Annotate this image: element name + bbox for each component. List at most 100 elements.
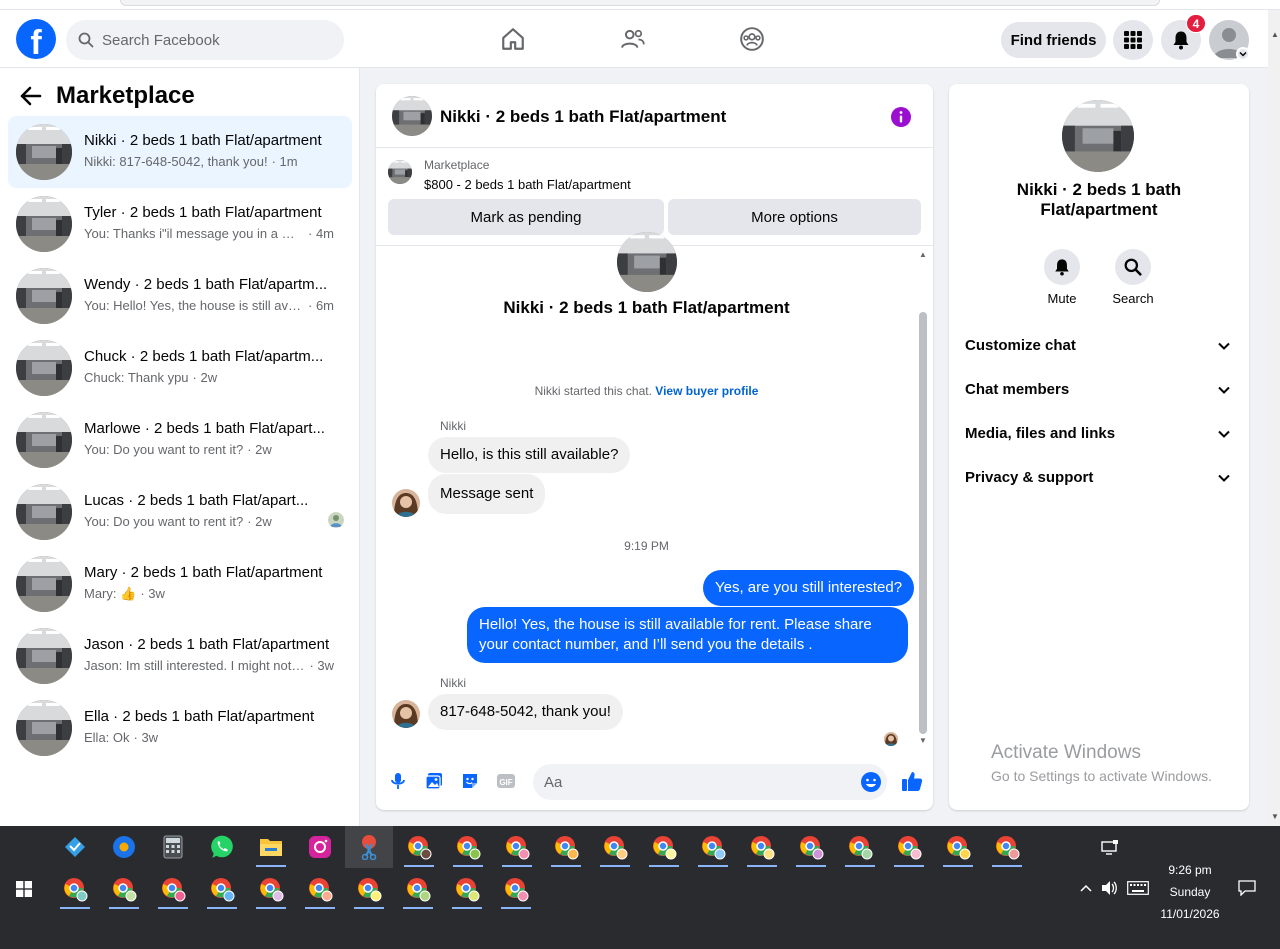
photo-icon[interactable]	[424, 771, 444, 791]
file-explorer-icon[interactable]	[254, 830, 288, 867]
chrome-icon[interactable]	[107, 830, 141, 864]
chrome-profile-icon[interactable]	[843, 830, 877, 867]
view-buyer-profile-link[interactable]: View buyer profile	[655, 384, 758, 398]
listing-thumbnail	[388, 160, 412, 184]
snipping-tool-icon[interactable]	[345, 826, 393, 868]
outgoing-message[interactable]: Yes, are you still interested?	[703, 570, 915, 606]
more-options-button[interactable]: More options	[668, 199, 921, 235]
chrome-profile-icon[interactable]	[794, 830, 828, 867]
scroll-up-arrow-icon[interactable]: ▲	[919, 250, 927, 259]
chrome-profile-icon[interactable]	[892, 830, 926, 867]
conversation-list-panel: Marketplace Nikki · 2 beds 1 bath Flat/a…	[0, 68, 360, 826]
outgoing-message[interactable]: Hello! Yes, the house is still available…	[467, 607, 908, 663]
search-box[interactable]	[66, 20, 344, 60]
conversation-item[interactable]: Wendy · 2 beds 1 bath Flat/apartm... You…	[8, 260, 352, 332]
volume-icon[interactable]	[1100, 878, 1120, 898]
whatsapp-icon[interactable]	[205, 830, 239, 864]
search-input[interactable]	[102, 31, 322, 49]
chrome-profile-icon[interactable]	[990, 830, 1024, 867]
home-icon[interactable]	[498, 24, 528, 54]
scroll-up-arrow-icon[interactable]: ▲	[1271, 30, 1279, 39]
conversation-name: Tyler · 2 beds 1 bath Flat/apartment	[84, 204, 322, 221]
chrome-profile-icon[interactable]	[598, 830, 632, 867]
mark-as-pending-button[interactable]: Mark as pending	[388, 199, 664, 235]
conversation-time: · 2w	[192, 370, 218, 385]
info-icon[interactable]	[890, 106, 912, 128]
chrome-profile-icon[interactable]	[941, 830, 975, 867]
chrome-profile-icon[interactable]	[156, 872, 190, 909]
keyboard-icon[interactable]	[1126, 878, 1150, 898]
friends-icon[interactable]	[618, 24, 648, 54]
system-clock[interactable]: 9:26 pm Sunday 11/01/2026	[1150, 859, 1230, 925]
customize-chat-section[interactable]: Customize chat	[957, 326, 1241, 366]
clock-day: Sunday	[1169, 885, 1211, 899]
chat-title[interactable]: Nikki · 2 beds 1 bath Flat/apartment	[440, 107, 726, 127]
search-in-chat-button[interactable]: Search	[1105, 249, 1161, 306]
chrome-profile-icon[interactable]	[549, 830, 583, 867]
chrome-profile-icon[interactable]	[647, 830, 681, 867]
desktop-notification-icon[interactable]	[1100, 838, 1120, 858]
scroll-down-arrow-icon[interactable]: ▼	[1271, 812, 1279, 821]
chrome-profile-icon[interactable]	[451, 830, 485, 867]
windows-start-icon[interactable]	[16, 881, 32, 897]
listing-thumbnail	[16, 628, 72, 684]
incoming-message[interactable]: 817-648-5042, thank you!	[428, 694, 623, 730]
gif-icon[interactable]: GIF	[496, 771, 516, 791]
conversation-item[interactable]: Jason · 2 beds 1 bath Flat/apartment Jas…	[8, 620, 352, 692]
taskbar-app-icon[interactable]	[58, 830, 92, 864]
emoji-icon[interactable]	[860, 771, 882, 793]
chevron-up-icon[interactable]	[1076, 878, 1096, 898]
chrome-profile-icon[interactable]	[352, 872, 386, 909]
chrome-profile-icon[interactable]	[402, 830, 436, 867]
scroll-thumb[interactable]	[919, 312, 927, 734]
facebook-logo[interactable]: f	[16, 19, 56, 59]
conversation-item[interactable]: Marlowe · 2 beds 1 bath Flat/apart... Yo…	[8, 404, 352, 476]
conversation-item[interactable]: Lucas · 2 beds 1 bath Flat/apart... You:…	[8, 476, 352, 548]
chrome-profile-icon[interactable]	[696, 830, 730, 867]
chrome-profile-icon[interactable]	[254, 872, 288, 909]
message-thread[interactable]: Nikki · 2 beds 1 bath Flat/apartment Nik…	[376, 246, 933, 751]
chrome-profile-icon[interactable]	[745, 830, 779, 867]
calculator-icon[interactable]	[156, 830, 190, 864]
chrome-profile-icon[interactable]	[58, 872, 92, 909]
incoming-message[interactable]: Hello, is this still available?	[428, 437, 631, 473]
instagram-icon[interactable]	[303, 830, 337, 864]
conversation-item[interactable]: Chuck · 2 beds 1 bath Flat/apartm... Chu…	[8, 332, 352, 404]
chrome-profile-icon[interactable]	[500, 830, 534, 867]
listing-thumbnail[interactable]	[392, 96, 432, 136]
sticker-icon[interactable]	[460, 771, 480, 791]
chrome-profile-icon[interactable]	[205, 872, 239, 909]
chrome-profile-icon[interactable]	[450, 872, 484, 909]
chrome-profile-icon[interactable]	[303, 872, 337, 909]
find-friends-button[interactable]: Find friends	[1001, 22, 1106, 58]
microphone-icon[interactable]	[388, 771, 408, 791]
message-input[interactable]	[533, 764, 887, 800]
scroll-down-arrow-icon[interactable]: ▼	[919, 736, 927, 745]
groups-icon[interactable]	[737, 24, 767, 54]
listing-thumbnail	[16, 412, 72, 468]
chrome-profile-icon[interactable]	[499, 872, 533, 909]
windows-taskbar: 9:26 pm Sunday 11/01/2026	[0, 826, 1280, 949]
chrome-profile-icon[interactable]	[107, 872, 141, 909]
media-files-links-section[interactable]: Media, files and links	[957, 414, 1241, 454]
conversation-item[interactable]: Nikki · 2 beds 1 bath Flat/apartment Nik…	[8, 116, 352, 188]
menu-button[interactable]	[1113, 20, 1153, 60]
account-caret[interactable]	[1236, 47, 1250, 61]
conversation-item[interactable]: Mary · 2 beds 1 bath Flat/apartment Mary…	[8, 548, 352, 620]
incoming-message[interactable]: Message sent	[428, 474, 546, 514]
mute-button[interactable]: Mute	[1034, 249, 1090, 306]
conversation-item[interactable]: Tyler · 2 beds 1 bath Flat/apartment You…	[8, 188, 352, 260]
chat-members-section[interactable]: Chat members	[957, 370, 1241, 410]
conversation-preview: You: Thanks i"il message you in a mo...	[84, 226, 304, 241]
listing-price[interactable]: $800 - 2 beds 1 bath Flat/apartment	[424, 177, 631, 192]
chat-header: Nikki · 2 beds 1 bath Flat/apartment	[376, 84, 933, 148]
privacy-support-section[interactable]: Privacy & support	[957, 458, 1241, 498]
action-center-icon[interactable]	[1237, 878, 1257, 898]
conversation-preview: You: Do you want to rent it?	[84, 442, 244, 457]
chrome-profile-icon[interactable]	[401, 872, 435, 909]
back-arrow-icon[interactable]	[20, 86, 42, 111]
chat-scrollbar[interactable]: ▲ ▼	[917, 250, 929, 745]
thumbs-up-icon[interactable]	[900, 769, 924, 793]
page-scrollbar[interactable]: ▲ ▼	[1268, 10, 1280, 826]
conversation-item[interactable]: Ella · 2 beds 1 bath Flat/apartment Ella…	[8, 692, 352, 764]
